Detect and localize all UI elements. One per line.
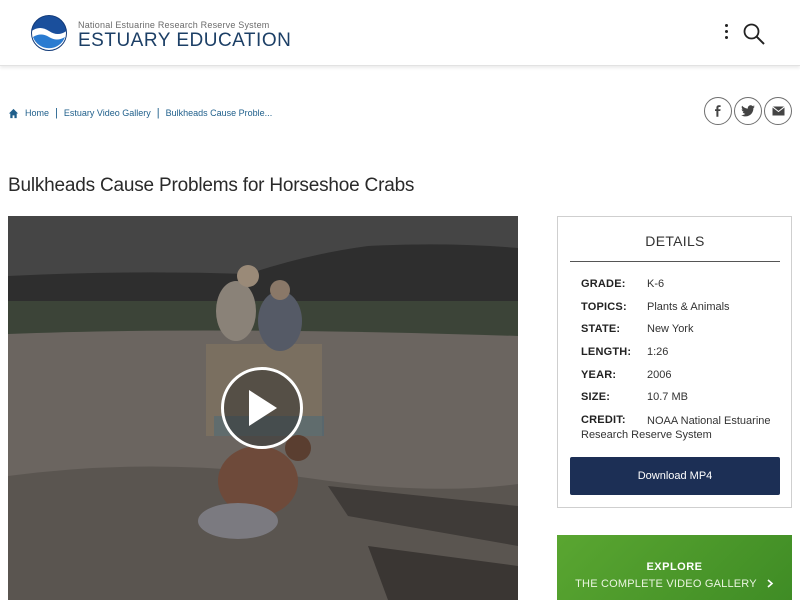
- kebab-menu-icon[interactable]: [718, 22, 734, 44]
- detail-key: LENGTH:: [581, 346, 632, 358]
- noaa-logo[interactable]: [31, 15, 67, 51]
- breadcrumb-current[interactable]: Bulkheads Cause Proble...: [166, 108, 273, 118]
- page-title: Bulkheads Cause Problems for Horseshoe C…: [8, 175, 415, 196]
- breadcrumb: Home | Estuary Video Gallery | Bulkheads…: [8, 106, 272, 120]
- detail-key: CREDIT:: [581, 414, 626, 426]
- detail-key: TOPICS:: [581, 301, 627, 313]
- explore-sublabel-text: THE COMPLETE VIDEO GALLERY: [575, 578, 757, 590]
- twitter-icon: [741, 105, 755, 117]
- share-facebook-button[interactable]: [704, 97, 732, 125]
- play-icon: [249, 390, 277, 426]
- detail-key: GRADE:: [581, 278, 626, 290]
- detail-value: K-6: [647, 278, 665, 290]
- detail-value: 1:26: [647, 346, 669, 358]
- explore-sublabel: THE COMPLETE VIDEO GALLERY: [557, 578, 792, 590]
- home-icon[interactable]: [8, 108, 19, 119]
- detail-value: New York: [647, 323, 694, 335]
- detail-key: SIZE:: [581, 391, 611, 403]
- email-icon: [771, 106, 785, 116]
- details-heading: DETAILS: [645, 233, 705, 249]
- breadcrumb-separator: |: [55, 107, 58, 119]
- explore-label: EXPLORE: [646, 561, 703, 573]
- org-name: National Estuarine Research Reserve Syst…: [78, 20, 270, 30]
- detail-key: STATE:: [581, 323, 621, 335]
- site-header: National Estuarine Research Reserve Syst…: [0, 0, 800, 66]
- breadcrumb-video-gallery[interactable]: Estuary Video Gallery: [64, 108, 151, 118]
- detail-value: NOAA National Estuarine: [647, 415, 771, 427]
- video-player[interactable]: [8, 216, 518, 600]
- download-mp4-button[interactable]: Download MP4: [570, 457, 780, 495]
- share-twitter-button[interactable]: [734, 97, 762, 125]
- breadcrumb-home[interactable]: Home: [25, 108, 49, 118]
- site-title[interactable]: ESTUARY EDUCATION: [78, 30, 291, 52]
- share-email-button[interactable]: [764, 97, 792, 125]
- facebook-icon: [715, 105, 721, 117]
- detail-value-continued: Research Reserve System: [581, 429, 712, 441]
- breadcrumb-separator: |: [156, 107, 160, 119]
- play-button[interactable]: [221, 367, 303, 449]
- detail-value: Plants & Animals: [647, 301, 730, 313]
- details-divider: [570, 261, 780, 262]
- chevron-right-icon: [767, 579, 774, 588]
- detail-key: YEAR:: [581, 369, 617, 381]
- search-icon[interactable]: [742, 22, 766, 46]
- detail-value: 10.7 MB: [647, 391, 688, 403]
- detail-value: 2006: [647, 369, 672, 381]
- details-panel: DETAILS GRADE: K-6 TOPICS: Plants & Anim…: [557, 216, 792, 508]
- explore-gallery-banner[interactable]: EXPLORE THE COMPLETE VIDEO GALLERY: [557, 535, 792, 600]
